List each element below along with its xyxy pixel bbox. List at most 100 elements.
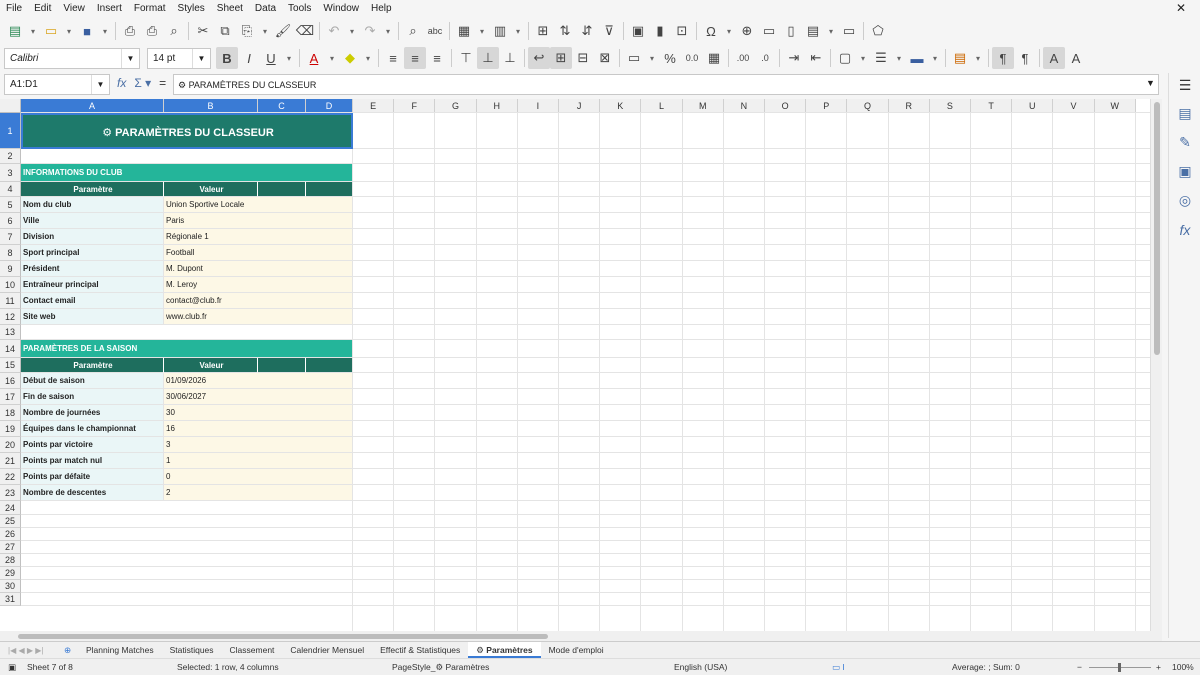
param-value[interactable]: 30 [164,405,353,421]
new-icon[interactable]: ▤ [4,20,26,42]
column-header[interactable]: T [971,99,1013,113]
text-horizontal-icon[interactable]: A [1043,47,1065,69]
clone-format-icon[interactable]: 🖌 [272,20,294,42]
param-label[interactable]: Sport principal [21,245,164,261]
param-label[interactable]: Nombre de journées [21,405,164,421]
header-valeur[interactable]: Valeur [164,182,258,197]
param-value[interactable]: Régionale 1 [164,229,353,245]
param-value[interactable]: 3 [164,437,353,453]
row-header[interactable]: 13 [0,325,21,340]
sheet-tab[interactable]: Effectif & Statistiques [372,642,468,658]
special-character-icon[interactable]: Ω [700,20,722,42]
param-label[interactable]: Site web [21,309,164,325]
print-preview-icon[interactable]: ⌕ [163,20,185,42]
wrap-text-icon[interactable]: ↩ [528,47,550,69]
menu-item[interactable]: Window [317,3,365,14]
sheet-tab[interactable]: Calendrier Mensuel [282,642,372,658]
align-bottom-icon[interactable]: ⊥ [499,47,521,69]
styles-icon[interactable]: ✎ [1175,134,1195,154]
column-header[interactable]: D [306,99,353,113]
merge-center-icon[interactable]: ⊞ [550,47,572,69]
param-label[interactable]: Équipes dans le championnat [21,421,164,437]
chevron-down-icon[interactable]: ▼ [91,75,109,94]
comment-icon[interactable]: ▭ [758,20,780,42]
column-header[interactable]: F [394,99,436,113]
close-icon[interactable]: ✕ [1170,1,1192,15]
header-empty[interactable] [306,182,353,197]
function-wizard-icon[interactable]: fx [117,76,126,90]
open-icon[interactable]: ▭ [40,20,62,42]
menu-item[interactable]: Format [128,3,172,14]
vertical-scrollbar[interactable] [1150,99,1162,631]
right-to-left-icon[interactable]: ¶ [1014,47,1036,69]
chevron-down-icon[interactable]: ▼ [121,48,139,68]
column-header[interactable]: P [806,99,848,113]
currency-dropdown[interactable]: ▾ [645,47,659,69]
number-format-icon[interactable]: 0.0 [681,47,703,69]
redo-dropdown[interactable]: ▾ [381,20,395,42]
menu-item[interactable]: Data [249,3,282,14]
font-color-dropdown[interactable]: ▾ [325,47,339,69]
open-dropdown[interactable]: ▾ [62,20,76,42]
menu-icon[interactable]: ☰ [1175,77,1195,97]
select-all-corner[interactable] [0,99,21,113]
percent-icon[interactable]: % [659,47,681,69]
align-top-icon[interactable]: ⊤ [455,47,477,69]
title-cell[interactable]: ⚙ PARAMÈTRES DU CLASSEUR [21,113,353,149]
language[interactable]: English (USA) [674,662,727,672]
row-header[interactable]: 20 [0,437,21,453]
sheet-tab[interactable]: Planning Matches [78,642,162,658]
border-color-icon[interactable]: ▬ [906,47,928,69]
row-dropdown[interactable]: ▾ [475,20,489,42]
sort-ascending-icon[interactable]: ⇅ [554,20,576,42]
borders-icon[interactable]: ▢ [834,47,856,69]
row-header[interactable]: 25 [0,515,21,528]
column-header[interactable]: R [888,99,930,113]
formula-input[interactable]: ⚙ PARAMÈTRES DU CLASSEUR [173,74,1159,95]
zoom-handle[interactable] [1118,663,1121,672]
sort-descending-icon[interactable]: ⇵ [576,20,598,42]
header-empty[interactable] [258,358,306,373]
scroll-thumb[interactable] [18,634,548,639]
spreadsheet-grid[interactable]: A B C D E F G H I J K L M N O P Q R S T U V W 1 2 3 4 5 6 7 8 9 10 11 12 13… [0,99,1162,631]
param-value[interactable]: M. Leroy [164,277,353,293]
row-header[interactable]: 11 [0,293,21,309]
menu-item[interactable]: Edit [28,3,57,14]
export-pdf-icon[interactable]: ⎙ [119,20,141,42]
row-header[interactable]: 29 [0,567,21,580]
row-header[interactable]: 23 [0,485,21,501]
merge-icon[interactable]: ⊞ [532,20,554,42]
add-decimal-icon[interactable]: .00 [732,47,754,69]
row-header[interactable]: 21 [0,453,21,469]
column-header[interactable]: V [1053,99,1095,113]
param-label[interactable]: Nombre de descentes [21,485,164,501]
highlight-icon[interactable]: ◆ [339,47,361,69]
copy-icon[interactable]: ⧉ [214,20,236,42]
clear-format-icon[interactable]: ⌫ [294,20,316,42]
date-format-icon[interactable]: ▦ [703,47,725,69]
properties-icon[interactable]: ▤ [1175,105,1195,125]
section-title[interactable]: PARAMÈTRES DE LA SAISON [21,340,353,358]
formula-icon[interactable]: = [159,76,166,90]
row-header[interactable]: 1 [0,113,21,149]
row-header[interactable]: 9 [0,261,21,277]
column-header[interactable]: A [21,99,164,113]
param-label[interactable]: Entraîneur principal [21,277,164,293]
sum-icon[interactable]: Σ ▾ [134,76,151,90]
column-header[interactable]: W [1094,99,1136,113]
param-label[interactable]: Points par défaite [21,469,164,485]
add-sheet-icon[interactable]: ⊕ [64,645,78,656]
row-header[interactable]: 7 [0,229,21,245]
row-header[interactable]: 6 [0,213,21,229]
sheet-tab[interactable]: Mode d'emploi [541,642,612,658]
conditional-format-dropdown[interactable]: ▾ [971,47,985,69]
param-label[interactable]: Points par match nul [21,453,164,469]
define-print-area-icon[interactable]: ▤ [802,20,824,42]
highlight-dropdown[interactable]: ▾ [361,47,375,69]
split-cells-icon[interactable]: ⊠ [594,47,616,69]
param-value[interactable]: 1 [164,453,353,469]
page-style[interactable]: PageStyle_⚙ Paramètres [392,662,489,673]
italic-icon[interactable]: I [238,47,260,69]
column-header[interactable]: G [435,99,477,113]
row-icon[interactable]: ▦ [453,20,475,42]
